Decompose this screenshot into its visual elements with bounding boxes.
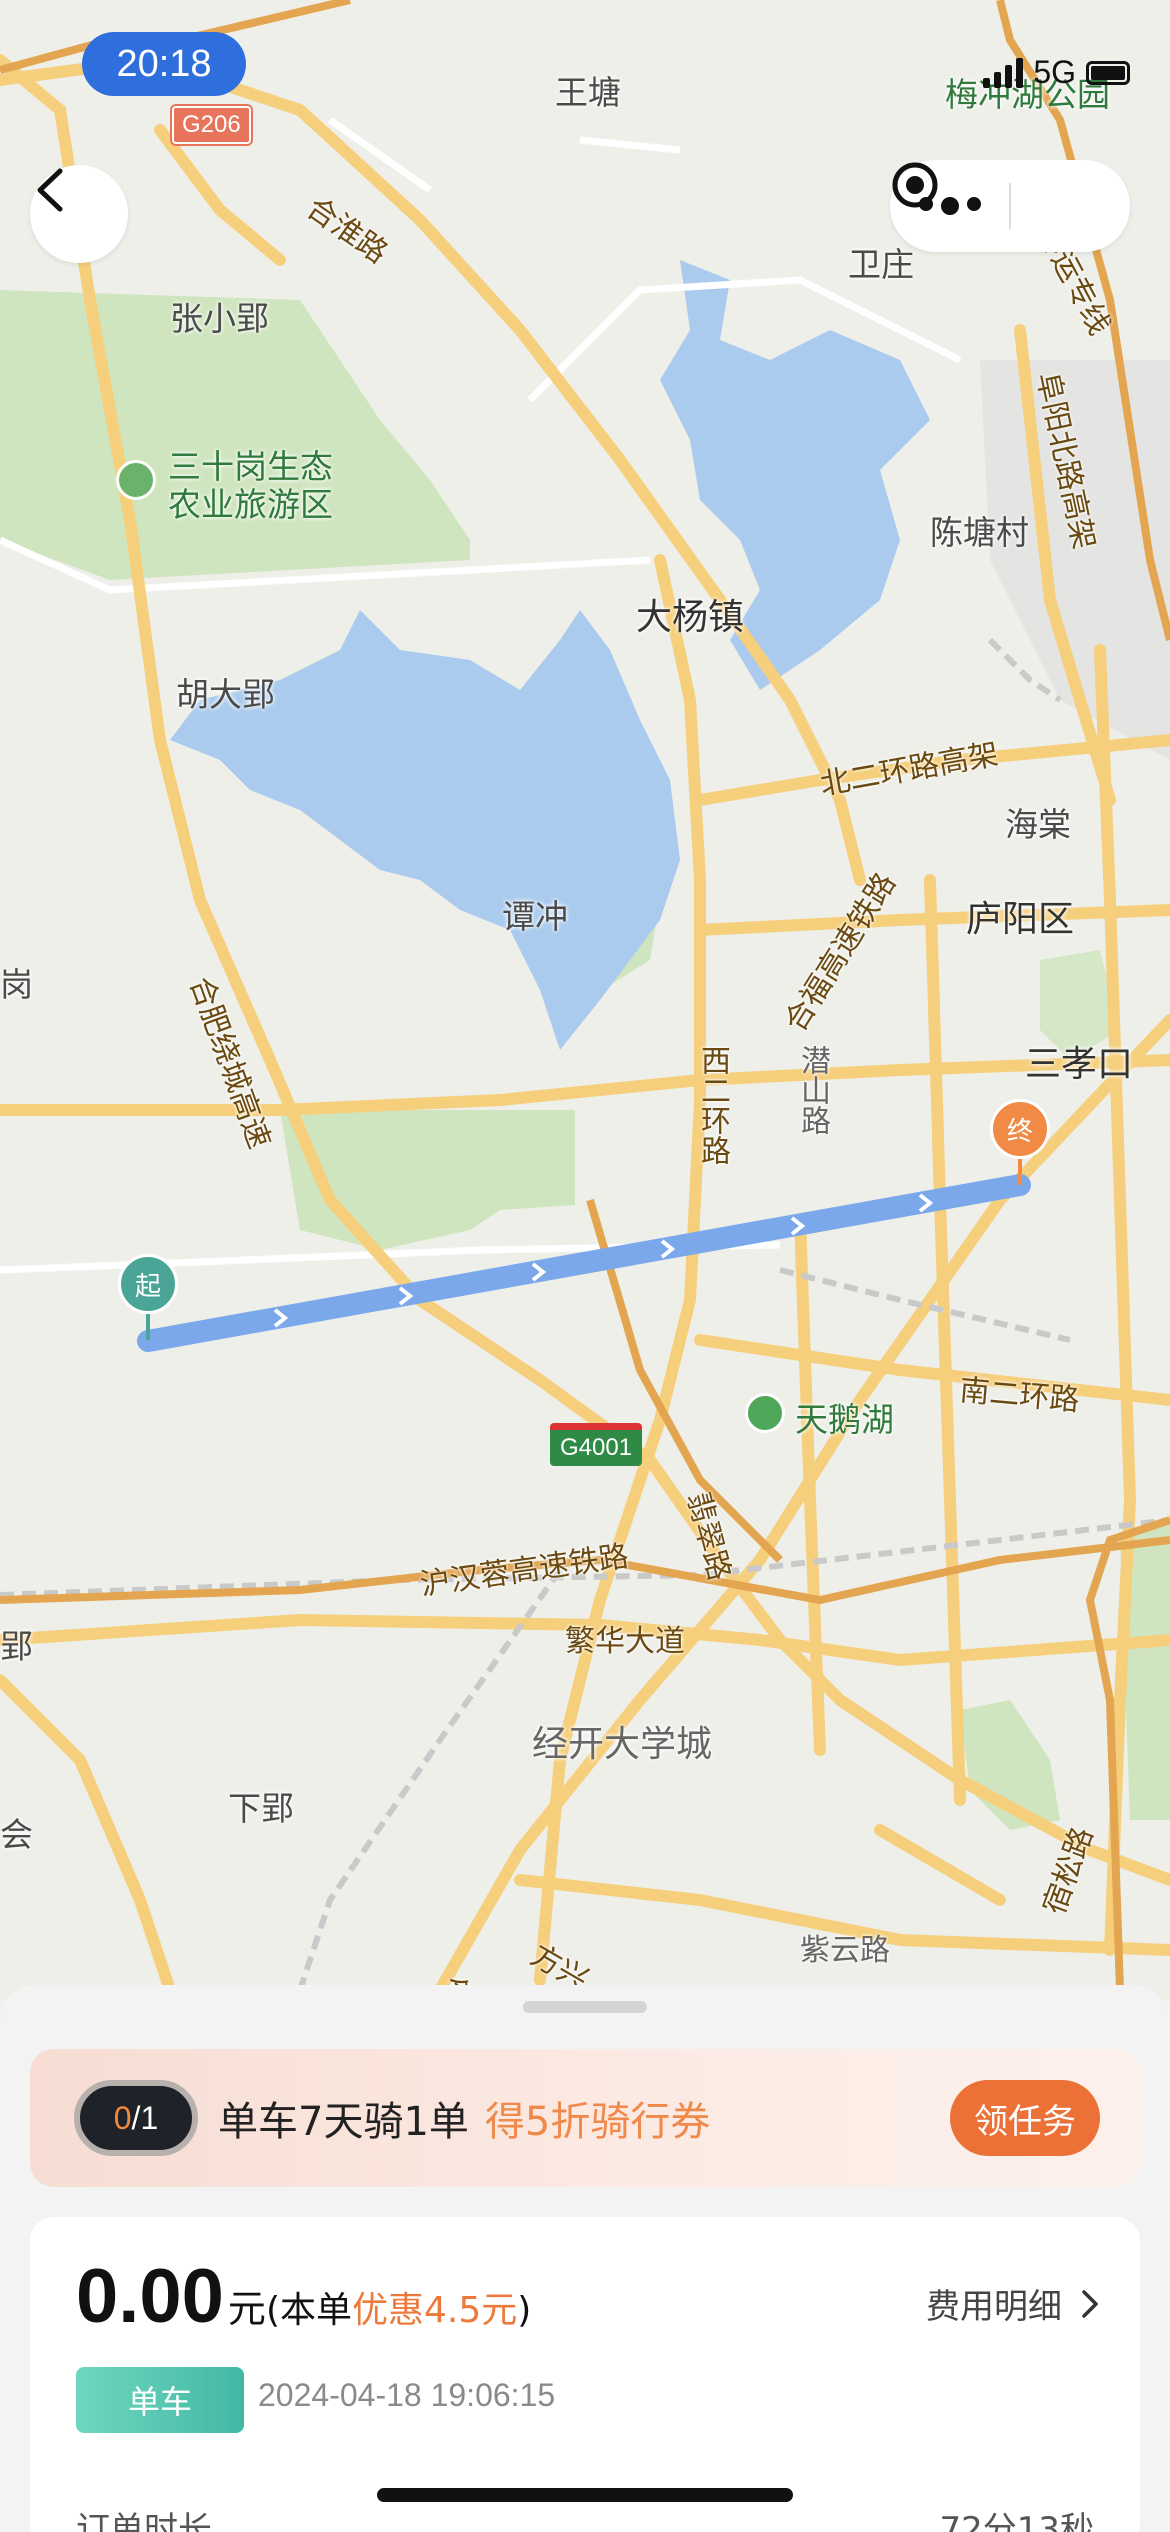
- place-tanchong: 谭冲: [502, 897, 568, 936]
- task-progress: 0/1: [74, 2080, 198, 2156]
- signal-icon: [983, 57, 1024, 88]
- chevron-left-icon: [37, 168, 63, 212]
- task-progress-done: 0: [113, 2099, 132, 2136]
- route-line: [137, 1174, 1031, 1352]
- order-discount-note: (本单优惠4.5元): [265, 2290, 532, 2331]
- place-zhangxiaoying: 张小郢: [170, 299, 269, 338]
- place-sanshigang-line2: 农业旅游区: [168, 485, 333, 524]
- camera-icon: [116, 460, 156, 500]
- status-indicators: 5G: [983, 54, 1130, 91]
- status-time: 20:18: [82, 32, 246, 96]
- fee-detail-label: 费用明细: [926, 2287, 1062, 2327]
- place-hui: 会: [0, 1815, 33, 1854]
- network-type: 5G: [1033, 54, 1076, 90]
- order-currency: 元: [227, 2287, 266, 2331]
- place-ying: 郢: [0, 1627, 33, 1666]
- vehicle-tag: 单车: [76, 2367, 244, 2433]
- task-progress-total: /1: [131, 2099, 159, 2136]
- miniapp-capsule: [890, 160, 1130, 252]
- place-sanxiaokou: 三孝口: [1025, 1044, 1134, 1085]
- road-ziyun: 紫云路: [800, 1933, 890, 1968]
- order-datetime: 2024-04-18 19:06:15: [258, 2377, 556, 2413]
- duration-label: 订单时长: [76, 2510, 212, 2532]
- back-button[interactable]: [30, 165, 128, 263]
- order-amount: 0.00: [76, 2254, 224, 2339]
- shield-g206: G206: [172, 106, 251, 144]
- route-start-pin: 起: [118, 1254, 178, 1314]
- fee-detail-link[interactable]: 费用明细: [926, 2279, 1100, 2328]
- order-discount: 优惠4.5元: [351, 2290, 518, 2331]
- place-tianehu: 天鹅湖: [795, 1400, 894, 1439]
- target-icon: [892, 162, 938, 208]
- sheet-handle[interactable]: [523, 2001, 647, 2013]
- chevron-right-icon: [1082, 2289, 1098, 2318]
- task-reward: 得5折骑行券: [484, 2099, 711, 2145]
- duration-value: 72分13秒: [939, 2510, 1094, 2532]
- home-indicator[interactable]: [377, 2488, 793, 2502]
- place-wangtang: 王塘: [555, 73, 621, 112]
- task-banner[interactable]: 0/1 单车7天骑1单 得5折骑行券 领任务: [30, 2049, 1140, 2187]
- route-end-pin: 终: [990, 1099, 1050, 1159]
- place-hudaying: 胡大郢: [176, 675, 275, 714]
- place-jingkai-university: 经开大学城: [532, 1724, 713, 1765]
- order-sheet: 0/1 单车7天骑1单 得5折骑行券 领任务 0.00 元 (本单优惠4.5元)…: [0, 1985, 1170, 2532]
- place-luyang-district: 庐阳区: [966, 899, 1075, 940]
- place-dayang: 大杨镇: [636, 597, 745, 638]
- claim-task-button[interactable]: 领任务: [950, 2080, 1100, 2156]
- close-miniapp-button[interactable]: [892, 160, 1130, 252]
- place-xiaying: 下郢: [228, 1789, 294, 1828]
- road-fanhua: 繁华大道: [565, 1624, 685, 1659]
- shield-g4001: G4001: [550, 1423, 643, 1466]
- map-view[interactable]: 起 终 王塘 梅冲湖公园 卫庄 张小郢 三十岗生态 农业旅游区 陈塘村 大杨镇 …: [0, 0, 1170, 2000]
- task-title: 单车7天骑1单: [218, 2099, 469, 2145]
- order-card: 0.00 元 (本单优惠4.5元) 费用明细 单车 2024-04-18 19:…: [30, 2217, 1140, 2532]
- tree-icon: [745, 1393, 785, 1433]
- road-xierhuan: 西二环路: [695, 1045, 730, 1165]
- battery-icon: [1086, 60, 1130, 85]
- place-gang: 岗: [0, 965, 33, 1004]
- road-qianshan: 潜山路: [795, 1045, 830, 1135]
- place-haitang: 海棠: [1005, 805, 1071, 844]
- price-row: 0.00 元 (本单优惠4.5元): [76, 2253, 531, 2340]
- place-chentang: 陈塘村: [930, 513, 1029, 552]
